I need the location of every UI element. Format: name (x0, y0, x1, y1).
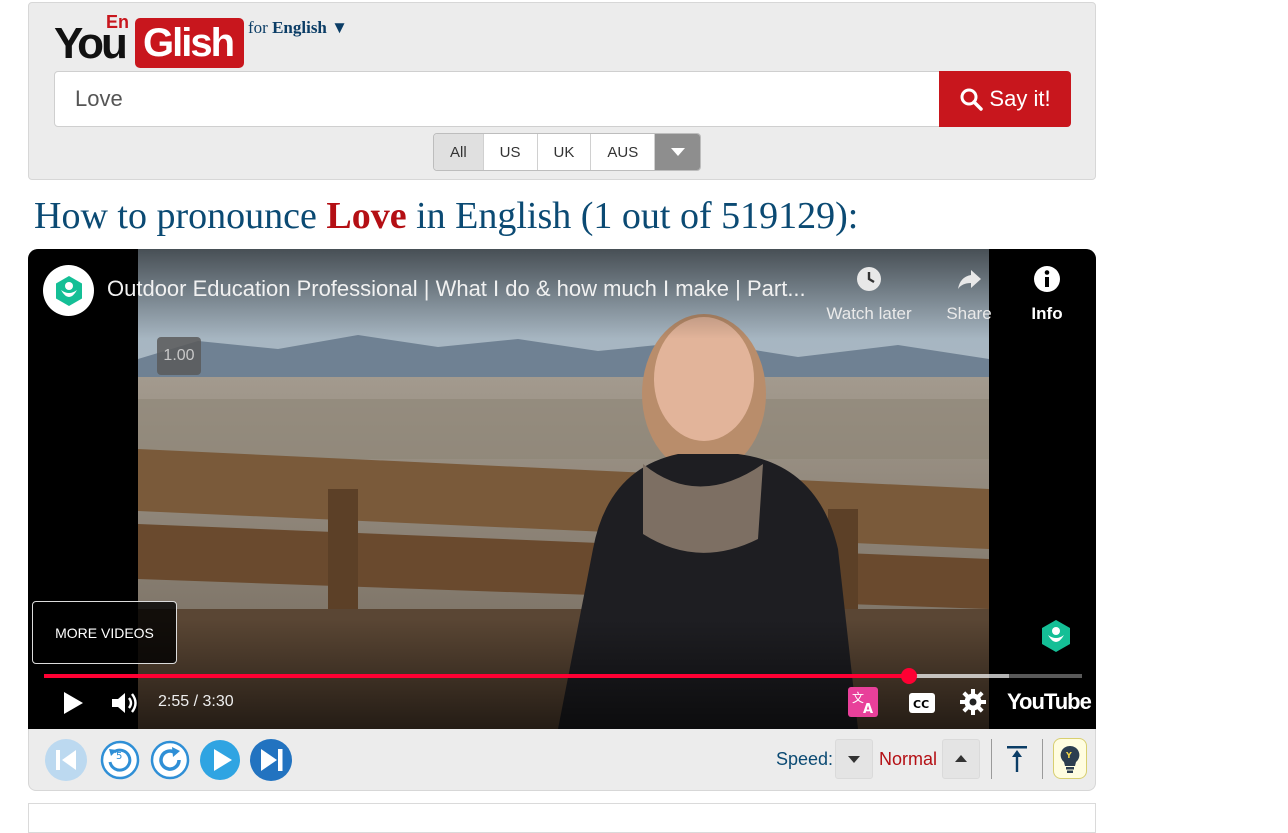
video-player[interactable]: Outdoor Education Professional | What I … (28, 249, 1096, 729)
play-icon[interactable] (58, 689, 86, 717)
svg-text:A: A (863, 702, 873, 717)
svg-text:Y: Y (1065, 751, 1072, 760)
progress-bar[interactable] (44, 668, 1082, 684)
playback-controls: 5 Speed: Normal Y (28, 729, 1096, 791)
speed-down-button[interactable] (835, 739, 873, 779)
skip-start-icon[interactable] (44, 738, 88, 782)
play-icon[interactable] (198, 738, 242, 782)
result-heading: How to pronounce Love in English (1 out … (34, 194, 858, 238)
watch-later-label: Watch later (826, 304, 912, 323)
say-it-button[interactable]: Say it! (939, 71, 1071, 127)
repeat-icon[interactable] (148, 738, 192, 782)
search-input[interactable]: Love (54, 71, 940, 127)
video-title[interactable]: Outdoor Education Professional | What I … (107, 276, 819, 302)
clock-icon (857, 267, 881, 291)
speed-up-button[interactable] (942, 739, 980, 779)
speed-badge: 1.00 (157, 337, 201, 375)
progress-played (44, 674, 909, 678)
logo-glish-text: Glish (135, 18, 244, 68)
info-icon (1034, 266, 1060, 292)
volume-icon[interactable] (110, 689, 140, 717)
svg-text:CC: CC (913, 698, 929, 711)
speed-label: Speed: (776, 749, 834, 769)
speed-value: Normal (879, 749, 938, 769)
channel-avatar[interactable] (43, 265, 94, 316)
speed-down-icon (848, 756, 860, 763)
gear-icon[interactable] (960, 689, 986, 715)
language-prefix: for (248, 18, 268, 37)
speed-up-icon (955, 755, 967, 762)
accent-all-button[interactable]: All (434, 134, 484, 170)
back-to-top-icon (1007, 746, 1027, 772)
chevron-down-icon: ▼ (331, 18, 348, 37)
youglish-logo[interactable]: You En Glish (54, 12, 244, 68)
next-icon[interactable] (249, 738, 293, 782)
accent-uk-button[interactable]: UK (538, 134, 592, 170)
accent-more-button[interactable] (655, 134, 701, 170)
result-word: Love (326, 195, 407, 237)
translate-icon[interactable]: 文 A (848, 687, 878, 717)
accent-filter: All US UK AUS (433, 133, 702, 171)
lightbulb-icon: Y (1060, 745, 1080, 773)
divider (991, 739, 992, 779)
channel-avatar-icon (55, 275, 82, 306)
divider (1042, 739, 1043, 779)
search-icon (960, 88, 984, 111)
result-prefix: How to pronounce (34, 195, 327, 237)
language-name: English (272, 18, 327, 37)
accent-us-button[interactable]: US (484, 134, 538, 170)
youtube-logo[interactable]: YouTube (1007, 689, 1092, 715)
captions-icon[interactable]: CC (908, 691, 936, 715)
time-display: 2:55 / 3:30 (158, 693, 234, 710)
svg-text:5: 5 (116, 751, 122, 762)
tips-button[interactable]: Y (1053, 738, 1087, 779)
more-videos-button[interactable]: MORE VIDEOS (32, 601, 177, 664)
watch-later-button[interactable]: Watch later (819, 265, 919, 324)
share-arrow-icon (958, 270, 981, 289)
result-suffix: in English (1 out of 519129): (406, 195, 859, 237)
replay-5-icon[interactable]: 5 (98, 738, 142, 782)
say-it-label: Say it! (989, 86, 1051, 111)
info-button[interactable]: Info (997, 265, 1096, 324)
next-result-panel (28, 803, 1096, 833)
info-label: Info (1031, 304, 1063, 323)
logo-en-text: En (106, 12, 130, 32)
chevron-down-icon (670, 148, 685, 156)
progress-scrubber[interactable] (900, 668, 917, 684)
channel-watermark-icon[interactable] (1039, 619, 1073, 653)
accent-aus-button[interactable]: AUS (591, 134, 656, 170)
back-to-top-button[interactable] (1001, 739, 1033, 779)
language-selector[interactable]: for English ▼ (248, 18, 348, 38)
